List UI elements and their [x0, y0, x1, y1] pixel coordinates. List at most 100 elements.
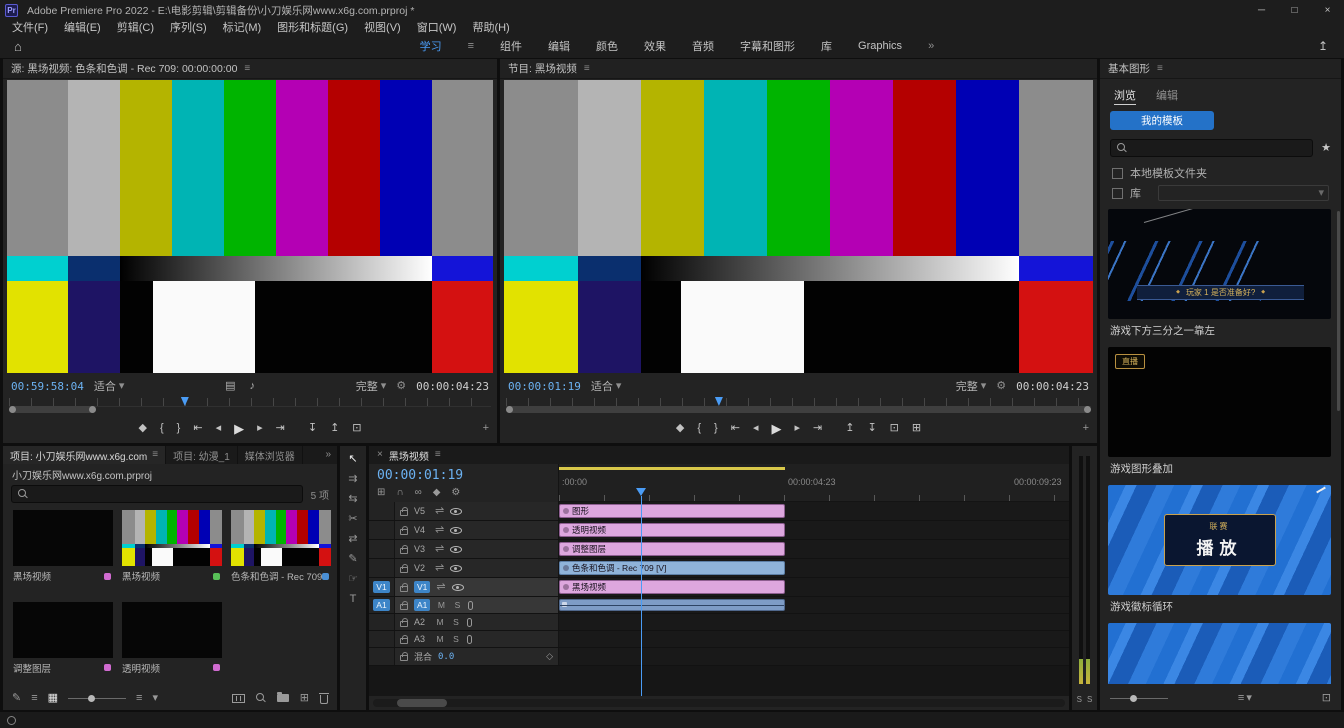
workspace-overflow-icon[interactable]: » [928, 41, 934, 52]
mark-in-button[interactable]: { [697, 423, 701, 434]
source-viewer[interactable] [7, 80, 493, 373]
track-lane[interactable] [559, 614, 1069, 630]
track-toggle[interactable]: V4 [414, 525, 429, 535]
track-lock-icon[interactable] [400, 638, 408, 644]
template-search-box[interactable] [1110, 139, 1313, 157]
tab-edit[interactable]: 编辑 [1156, 87, 1178, 105]
source-timecode[interactable]: 00:59:58:04 [11, 380, 84, 393]
play-button[interactable]: ▶ [234, 422, 244, 435]
template-card[interactable]: 直播 游戏图形叠加 [1108, 347, 1331, 475]
timeline-horizontal-scrollbar[interactable] [373, 699, 1065, 707]
source-patch-cell[interactable] [369, 521, 395, 539]
menu-sequence[interactable]: 序列(S) [162, 19, 215, 35]
track-toggle[interactable]: A3 [414, 634, 429, 644]
mark-out-button[interactable]: } [714, 423, 718, 434]
source-zoom-select[interactable]: 适合▾ [94, 378, 125, 394]
play-button[interactable]: ▶ [771, 422, 781, 435]
tab-overflow-icon[interactable]: » [319, 450, 337, 460]
timeline-clip[interactable]: 调整图层 [559, 542, 785, 556]
track-lock-icon[interactable] [400, 621, 408, 627]
timeline-timecode[interactable]: 00:00:01:19 [377, 468, 463, 483]
track-output-icon[interactable] [452, 584, 464, 591]
export-frame-button[interactable]: ⊡ [352, 423, 361, 434]
project-item[interactable]: 黑场视频 [122, 510, 222, 593]
favorites-star-icon[interactable]: ★ [1321, 143, 1331, 154]
work-area-bar[interactable] [559, 467, 785, 470]
timeline-clip[interactable]: 色条和色调 - Rec 709 [V] [559, 561, 785, 575]
template-card[interactable]: 联赛 播放 游戏徽标循环 [1108, 485, 1331, 613]
settings-wrench-icon[interactable]: ⚙ [396, 381, 406, 392]
menu-view[interactable]: 视图(V) [356, 19, 409, 35]
source-patch-cell[interactable] [369, 631, 395, 647]
timeline-clip[interactable]: 透明视频 [559, 523, 785, 537]
panel-menu-icon[interactable]: ≡ [152, 450, 158, 460]
source-patch-cell[interactable] [369, 502, 395, 520]
libraries-select[interactable]: ▾ [1158, 185, 1329, 201]
track-lock-icon[interactable] [400, 655, 408, 661]
sync-status-icon[interactable] [7, 716, 16, 725]
close-button[interactable]: × [1311, 0, 1344, 20]
workspace-tab-assembly[interactable]: 组件 [500, 38, 522, 54]
source-resolution-select[interactable]: 完整▾ [356, 378, 387, 394]
step-forward-button[interactable]: ▸ [257, 423, 263, 434]
track-lock-icon[interactable] [400, 548, 408, 554]
settings-wrench-icon[interactable]: ⚙ [996, 381, 1006, 392]
insert-button[interactable]: ↧ [308, 423, 317, 434]
menu-file[interactable]: 文件(F) [4, 19, 56, 35]
sort-icon[interactable]: ≡ [1238, 693, 1244, 704]
source-patch-cell[interactable]: V1 [369, 578, 395, 596]
source-patch-badge[interactable]: V1 [373, 581, 389, 593]
sync-lock-icon[interactable]: ⇌ [435, 506, 444, 517]
track-output-icon[interactable] [450, 546, 462, 553]
workspace-tab-captions-graphics[interactable]: 字幕和图形 [740, 38, 795, 54]
label-color-chip[interactable] [213, 573, 220, 580]
workspace-tab-color[interactable]: 颜色 [596, 38, 618, 54]
menu-markers[interactable]: 标记(M) [215, 19, 270, 35]
tab-project-2[interactable]: 项目: 幼漫_1 [166, 446, 238, 464]
label-color-chip[interactable] [104, 664, 111, 671]
add-marker-button[interactable]: ◆ [676, 423, 684, 434]
go-to-in-button[interactable]: ⇤ [731, 423, 740, 434]
sequence-tab-label[interactable]: 黑场视频 [389, 448, 429, 463]
program-scrub-bar[interactable] [500, 397, 1097, 415]
home-icon[interactable]: ⌂ [14, 40, 22, 53]
compare-view-button[interactable]: ⊞ [912, 423, 921, 434]
step-back-button[interactable]: ◂ [216, 423, 222, 434]
timeline-clip[interactable]: 黑场视频 [559, 580, 785, 594]
libraries-checkbox[interactable] [1112, 188, 1123, 199]
workspace-tab-learning[interactable]: 学习 [420, 38, 442, 54]
track-lane[interactable]: 调整图层 [559, 540, 1069, 558]
go-to-out-button[interactable]: ⇥ [276, 423, 285, 434]
menu-help[interactable]: 帮助(H) [464, 19, 517, 35]
new-item-icon[interactable]: ⊞ [300, 693, 309, 704]
menu-window[interactable]: 窗口(W) [409, 19, 465, 35]
step-forward-button[interactable]: ▸ [794, 423, 800, 434]
button-editor-icon[interactable]: + [483, 423, 489, 434]
track-output-icon[interactable] [450, 527, 462, 534]
mute-button[interactable]: M [435, 634, 445, 644]
track-lock-icon[interactable] [400, 567, 408, 573]
linked-selection-icon[interactable]: ∞ [415, 488, 422, 498]
my-templates-button[interactable]: 我的模板 [1110, 111, 1214, 130]
source-zoom-scrollbar[interactable] [9, 406, 491, 413]
add-marker-icon[interactable]: ◆ [433, 488, 441, 498]
new-bin-icon[interactable] [277, 694, 289, 702]
overwrite-button[interactable]: ↥ [330, 423, 339, 434]
template-card[interactable]: ◆玩家 1 是否准备好?◆ 游戏下方三分之一靠左 [1108, 209, 1331, 337]
zoom-handle-left[interactable] [9, 406, 16, 413]
lift-button[interactable]: ↥ [845, 423, 854, 434]
workspace-tab-editing[interactable]: 编辑 [548, 38, 570, 54]
mark-out-button[interactable]: } [177, 423, 181, 434]
trash-icon[interactable] [320, 695, 328, 704]
playhead-line[interactable] [641, 496, 642, 696]
track-toggle[interactable]: A1 [414, 599, 430, 611]
workspace-menu-icon[interactable]: ≡ [468, 41, 474, 52]
find-icon[interactable] [256, 693, 266, 703]
zoom-handle-right[interactable] [89, 406, 96, 413]
sync-lock-icon[interactable]: ⇌ [435, 544, 444, 555]
program-timecode[interactable]: 00:00:01:19 [508, 380, 581, 393]
export-frame-button[interactable]: ⊡ [890, 423, 899, 434]
sync-lock-icon[interactable]: ⇌ [435, 563, 444, 574]
item-thumbnail[interactable] [231, 510, 331, 566]
audio-clip[interactable] [559, 599, 785, 611]
